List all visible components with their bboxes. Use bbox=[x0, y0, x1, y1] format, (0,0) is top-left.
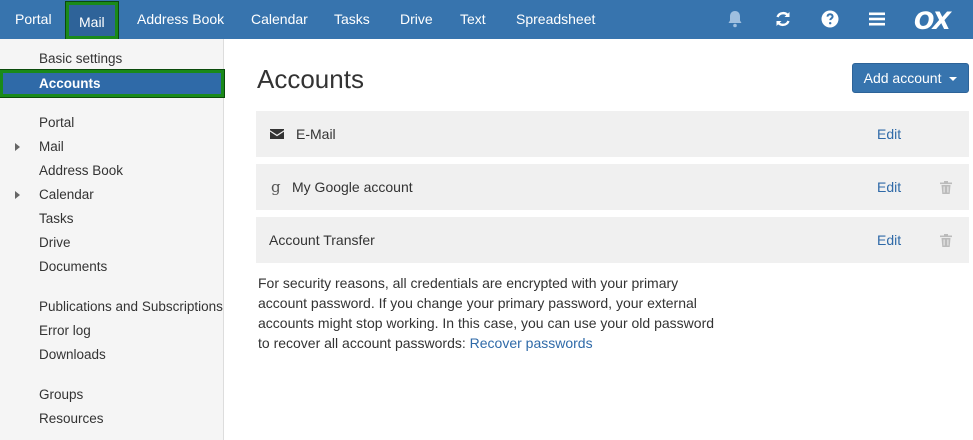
account-name: E-Mail bbox=[296, 126, 336, 142]
edit-link[interactable]: Edit bbox=[877, 217, 901, 263]
trash-icon[interactable] bbox=[940, 181, 952, 194]
sidebar-item-downloads[interactable]: Downloads bbox=[39, 345, 106, 365]
envelope-icon bbox=[270, 129, 284, 139]
menu-icon[interactable] bbox=[867, 9, 887, 29]
trash-icon[interactable] bbox=[940, 234, 952, 247]
ox-logo-text: OX bbox=[914, 8, 953, 32]
security-note: For security reasons, all credentials ar… bbox=[258, 273, 728, 353]
add-account-label: Add account bbox=[863, 70, 942, 86]
sidebar-item-portal[interactable]: Portal bbox=[39, 113, 74, 133]
account-row-transfer: Account Transfer Edit bbox=[256, 217, 969, 263]
sidebar-item-publications[interactable]: Publications and Subscriptions bbox=[39, 297, 223, 317]
sidebar-item-address-book[interactable]: Address Book bbox=[39, 161, 123, 181]
sidebar-item-mail[interactable]: Mail bbox=[39, 137, 64, 157]
google-icon: g bbox=[271, 179, 281, 195]
refresh-icon[interactable] bbox=[773, 9, 793, 29]
nav-portal[interactable]: Portal bbox=[15, 0, 52, 39]
sidebar-item-tasks[interactable]: Tasks bbox=[39, 209, 74, 229]
nav-text[interactable]: Text bbox=[460, 0, 486, 39]
edit-link[interactable]: Edit bbox=[877, 111, 901, 157]
recover-passwords-link[interactable]: Recover passwords bbox=[470, 335, 593, 351]
caret-right-icon[interactable] bbox=[14, 190, 22, 200]
sidebar-item-basic-settings[interactable]: Basic settings bbox=[39, 49, 122, 69]
caret-down-icon bbox=[949, 77, 958, 82]
nav-calendar[interactable]: Calendar bbox=[251, 0, 308, 39]
help-icon[interactable] bbox=[820, 9, 840, 29]
page-title: Accounts bbox=[257, 64, 364, 94]
svg-text:g: g bbox=[271, 179, 281, 195]
caret-right-icon[interactable] bbox=[14, 142, 22, 152]
edit-link[interactable]: Edit bbox=[877, 164, 901, 210]
sidebar-item-error-log[interactable]: Error log bbox=[39, 321, 91, 341]
add-account-button[interactable]: Add account bbox=[852, 63, 969, 93]
settings-sidebar: Basic settings Accounts Portal Mail Addr… bbox=[0, 39, 225, 440]
nav-spreadsheet[interactable]: Spreadsheet bbox=[516, 0, 595, 39]
nav-address-book[interactable]: Address Book bbox=[137, 0, 224, 39]
account-row-google: g My Google account Edit bbox=[256, 164, 969, 210]
sidebar-item-drive[interactable]: Drive bbox=[39, 233, 71, 253]
sidebar-item-resources[interactable]: Resources bbox=[39, 409, 104, 429]
nav-mail[interactable]: Mail bbox=[65, 1, 119, 40]
nav-tasks[interactable]: Tasks bbox=[334, 0, 370, 39]
sidebar-item-documents[interactable]: Documents bbox=[39, 257, 107, 277]
account-row-email: E-Mail Edit bbox=[256, 111, 969, 157]
account-name: My Google account bbox=[292, 179, 413, 195]
ox-logo: OX bbox=[912, 8, 966, 32]
bell-icon[interactable] bbox=[725, 9, 745, 29]
sidebar-item-calendar[interactable]: Calendar bbox=[39, 185, 94, 205]
sidebar-item-groups[interactable]: Groups bbox=[39, 385, 83, 405]
top-navigation-bar: Portal Mail Address Book Calendar Tasks … bbox=[0, 0, 973, 40]
sidebar-item-accounts[interactable]: Accounts bbox=[0, 69, 225, 98]
nav-drive[interactable]: Drive bbox=[400, 0, 433, 39]
account-name: Account Transfer bbox=[269, 232, 375, 248]
